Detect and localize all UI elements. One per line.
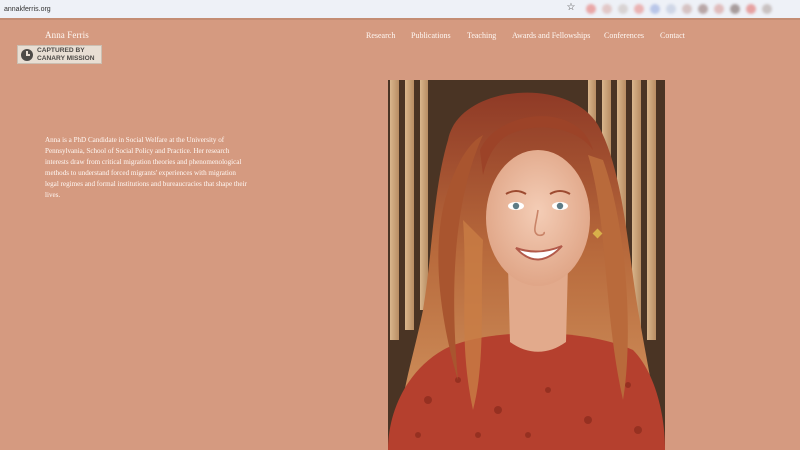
extension-icon[interactable] (634, 4, 644, 14)
nav-item-conferences[interactable]: Conferences (604, 31, 644, 40)
toolbar-divider (0, 18, 800, 20)
bookmark-star-icon[interactable]: ☆ (565, 2, 577, 14)
nav-item-teaching[interactable]: Teaching (467, 31, 496, 40)
clock-icon (21, 48, 33, 61)
extension-icon[interactable] (746, 4, 756, 14)
portrait-photo (388, 80, 665, 450)
badge-line-2: CANARY MISSION (37, 54, 95, 62)
extension-icon[interactable] (586, 4, 596, 14)
address-url[interactable]: annakferris.org (0, 6, 51, 13)
extension-icon[interactable] (650, 4, 660, 14)
browser-extensions-strip (582, 0, 800, 18)
extension-icon[interactable] (602, 4, 612, 14)
badge-text: CAPTURED BY CANARY MISSION (37, 47, 95, 63)
nav-item-awards-and-fellowships[interactable]: Awards and Fellowships (512, 31, 590, 40)
bio-paragraph: Anna is a PhD Candidate in Social Welfar… (45, 136, 247, 199)
browser-address-bar[interactable]: annakferris.org ☆ (0, 0, 800, 18)
nav-item-contact[interactable]: Contact (660, 31, 685, 40)
main-navigation: Research Publications Teaching Awards an… (0, 31, 800, 43)
nav-item-publications[interactable]: Publications (411, 31, 451, 40)
menu-icon[interactable] (762, 4, 772, 14)
profile-avatar-icon[interactable] (730, 4, 740, 14)
extension-icon[interactable] (666, 4, 676, 14)
extension-icon[interactable] (682, 4, 692, 14)
extension-icon[interactable] (714, 4, 724, 14)
canary-mission-badge: CAPTURED BY CANARY MISSION (17, 45, 102, 64)
nav-item-research[interactable]: Research (366, 31, 395, 40)
portrait-image (388, 80, 665, 450)
badge-line-1: CAPTURED BY (37, 46, 85, 54)
extension-icon[interactable] (618, 4, 628, 14)
extension-icon[interactable] (698, 4, 708, 14)
